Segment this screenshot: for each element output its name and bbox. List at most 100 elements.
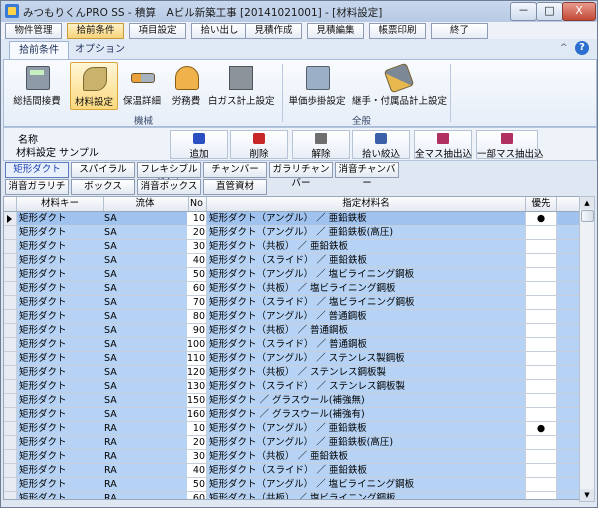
cell-fluid[interactable]: SA [102, 226, 189, 240]
cell-no[interactable]: 20 [187, 226, 207, 240]
cell-fluid[interactable]: SA [102, 366, 189, 380]
row-header[interactable] [4, 338, 17, 352]
row-header[interactable] [4, 352, 17, 366]
cell-fluid[interactable]: RA [102, 436, 189, 450]
tab-box[interactable]: ボックス [71, 179, 135, 195]
cell-no[interactable]: 10 [187, 422, 207, 436]
cell-fluid[interactable]: SA [102, 352, 189, 366]
row-header[interactable] [4, 268, 17, 282]
row-header[interactable] [4, 366, 17, 380]
table-row[interactable]: 矩形ダクト SA 50 矩形ダクト（アングル） ／ 塩ビライニング鋼板 [4, 268, 579, 282]
cell-no[interactable]: 30 [187, 240, 207, 254]
cell-material-key[interactable]: 矩形ダクト [17, 436, 104, 450]
cell-priority[interactable] [526, 380, 557, 394]
cell-material-key[interactable]: 矩形ダクト [17, 450, 104, 464]
table-row[interactable]: 矩形ダクト SA 60 矩形ダクト（共板） ／ 塩ビライニング鋼板 [4, 282, 579, 296]
cell-fluid[interactable]: SA [102, 282, 189, 296]
header-material-name[interactable]: 指定材料名 [207, 197, 526, 211]
cell-material-name[interactable]: 矩形ダクト（共板） ／ 普通鋼板 [207, 324, 526, 338]
cell-material-key[interactable]: 矩形ダクト [17, 324, 104, 338]
cell-priority[interactable] [526, 226, 557, 240]
table-row[interactable]: 矩形ダクト SA 110 矩形ダクト（アングル） ／ ステンレス製鋼板 [4, 352, 579, 366]
material-settings-button[interactable]: 材料設定 [70, 62, 118, 110]
cell-priority[interactable]: ● [526, 422, 557, 436]
cell-no[interactable]: 110 [187, 352, 207, 366]
cell-no[interactable]: 130 [187, 380, 207, 394]
cell-material-name[interactable]: 矩形ダクト（アングル） ／ 塩ビライニング鋼板 [207, 268, 526, 282]
filter-button[interactable]: 拾い絞込 [352, 130, 410, 160]
cell-priority[interactable] [526, 436, 557, 450]
cell-fluid[interactable]: SA [102, 408, 189, 422]
tab-straight-pipe[interactable]: 直管資材 [203, 179, 267, 195]
cell-priority[interactable] [526, 366, 557, 380]
cell-priority[interactable] [526, 282, 557, 296]
cell-fluid[interactable]: SA [102, 324, 189, 338]
cell-material-key[interactable]: 矩形ダクト [17, 240, 104, 254]
cell-material-name[interactable]: 矩形ダクト（アングル） ／ 亜鉛鉄板 [207, 212, 526, 226]
cell-material-name[interactable]: 矩形ダクト ／ グラスウール(補強無) [207, 394, 526, 408]
cell-no[interactable]: 70 [187, 296, 207, 310]
row-header[interactable] [4, 296, 17, 310]
release-button[interactable]: 解除 [292, 130, 350, 160]
delete-button[interactable]: 削除 [230, 130, 288, 160]
cell-fluid[interactable]: SA [102, 380, 189, 394]
scrollbar-thumb[interactable] [581, 210, 594, 222]
tab-chamber[interactable]: チャンバー [203, 162, 267, 178]
tab-silencer-box[interactable]: 消音ボックス [137, 179, 201, 195]
cell-no[interactable]: 40 [187, 464, 207, 478]
header-priority[interactable]: 優先 [526, 197, 557, 211]
table-row[interactable]: 矩形ダクト SA 80 矩形ダクト（アングル） ／ 普通鋼板 [4, 310, 579, 324]
cell-fluid[interactable]: RA [102, 450, 189, 464]
cell-priority[interactable] [526, 450, 557, 464]
cell-fluid[interactable]: SA [102, 296, 189, 310]
header-material-key[interactable]: 材料キー [17, 197, 104, 211]
cell-no[interactable]: 120 [187, 366, 207, 380]
maximize-button[interactable]: □ [536, 2, 563, 21]
cell-no[interactable]: 30 [187, 450, 207, 464]
cell-material-key[interactable]: 矩形ダクト [17, 366, 104, 380]
cell-priority[interactable] [526, 254, 557, 268]
collapse-ribbon-icon[interactable]: ^ [560, 43, 568, 53]
scroll-down-arrow-icon[interactable]: ▼ [580, 489, 594, 501]
unit-price-setting-button[interactable]: 単価歩掛設定 [286, 62, 348, 108]
menu-takeoff[interactable]: 拾い出し [191, 23, 248, 39]
cell-material-key[interactable]: 矩形ダクト [17, 282, 104, 296]
cell-no[interactable]: 20 [187, 436, 207, 450]
cell-material-name[interactable]: 矩形ダクト（アングル） ／ 普通鋼板 [207, 310, 526, 324]
insulation-detail-button[interactable]: 保温詳細 [118, 62, 166, 108]
cell-material-name[interactable]: 矩形ダクト（アングル） ／ ステンレス製鋼板 [207, 352, 526, 366]
vertical-scrollbar[interactable]: ▲ ▼ [579, 196, 595, 502]
table-row[interactable]: 矩形ダクト SA 40 矩形ダクト（スライド） ／ 亜鉛鉄板 [4, 254, 579, 268]
cell-material-key[interactable]: 矩形ダクト [17, 352, 104, 366]
cell-material-key[interactable]: 矩形ダクト [17, 422, 104, 436]
cell-material-name[interactable]: 矩形ダクト（スライド） ／ ステンレス鋼板製 [207, 380, 526, 394]
cell-no[interactable]: 80 [187, 310, 207, 324]
cell-priority[interactable] [526, 464, 557, 478]
cell-no[interactable]: 150 [187, 394, 207, 408]
cell-priority[interactable] [526, 240, 557, 254]
table-row[interactable]: 矩形ダクト SA 100 矩形ダクト（スライド） ／ 普通鋼板 [4, 338, 579, 352]
cell-material-name[interactable]: 矩形ダクト（共板） ／ 塩ビライニング鋼板 [207, 492, 526, 499]
cell-no[interactable]: 60 [187, 282, 207, 296]
table-row[interactable]: 矩形ダクト RA 20 矩形ダクト（アングル） ／ 亜鉛鉄板(高圧) [4, 436, 579, 450]
title-bar[interactable]: みつもりくんPRO SS - 積算 Aビル新築工事 [20141021001] … [1, 1, 597, 22]
table-row[interactable]: 矩形ダクト RA 40 矩形ダクト（スライド） ／ 亜鉛鉄板 [4, 464, 579, 478]
header-no[interactable]: No [187, 197, 207, 211]
cell-priority[interactable] [526, 268, 557, 282]
help-icon[interactable]: ? [575, 41, 589, 55]
cell-fluid[interactable]: SA [102, 240, 189, 254]
cell-material-name[interactable]: 矩形ダクト（共板） ／ 亜鉛鉄板 [207, 240, 526, 254]
row-header[interactable] [4, 464, 17, 478]
row-header[interactable] [4, 282, 17, 296]
table-row[interactable]: 矩形ダクト SA 120 矩形ダクト（共板） ／ ステンレス鋼板製 [4, 366, 579, 380]
tab-silencer-louver[interactable]: 消音ガラリチャ [5, 179, 69, 206]
row-header[interactable] [4, 380, 17, 394]
cell-material-key[interactable]: 矩形ダクト [17, 254, 104, 268]
cell-fluid[interactable]: RA [102, 478, 189, 492]
cell-priority[interactable] [526, 408, 557, 422]
cell-no[interactable]: 50 [187, 268, 207, 282]
overhead-cost-button[interactable]: 総括間接費 [6, 62, 68, 108]
cell-priority[interactable] [526, 296, 557, 310]
partial-extract-button[interactable]: 一部マス抽出込 [476, 130, 544, 160]
cell-fluid[interactable]: SA [102, 394, 189, 408]
